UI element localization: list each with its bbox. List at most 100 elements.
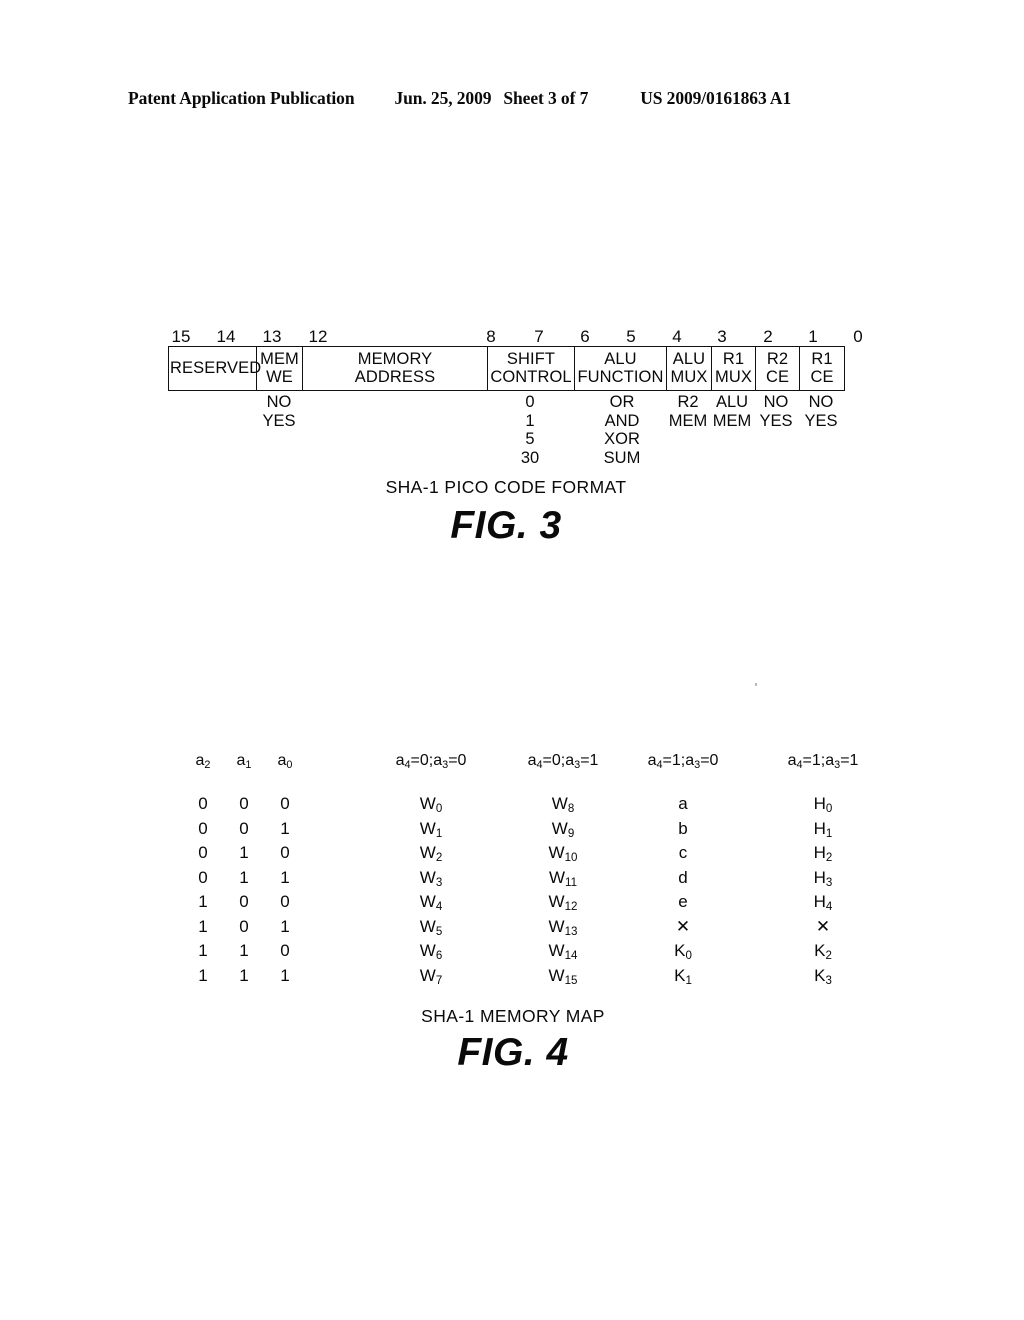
memory-map-cell: W8 bbox=[551, 794, 575, 816]
memory-map-cell: 1 bbox=[280, 867, 290, 887]
memory-map-cell: a bbox=[678, 794, 688, 813]
memory-map-cell: H3 bbox=[813, 867, 833, 889]
bit-label-5: 5 bbox=[626, 327, 636, 346]
bit-label-12: 12 bbox=[308, 327, 328, 346]
memory-map-cell: W3 bbox=[419, 867, 443, 889]
scan-artifact bbox=[755, 683, 757, 686]
table-row: RESERVED MEM WE MEMORY ADDRESS SHIFT CONTROL AL… bbox=[168, 346, 845, 391]
field-values: R2 MEM bbox=[668, 393, 708, 430]
figure-3: 15 14 13 12 8 7 6 5 4 3 2 1 0 RESERVED MEM WE MEMORY ADD… bbox=[168, 322, 863, 548]
memory-map-cell: K2 bbox=[814, 941, 832, 963]
memory-map-cell: W14 bbox=[548, 941, 578, 963]
memory-map-cell: W15 bbox=[548, 965, 578, 987]
memory-map-column-header: a4=0;a3=1 bbox=[527, 752, 599, 772]
memory-map-cell: c bbox=[678, 843, 688, 862]
memory-map-cell: 0 bbox=[280, 794, 290, 813]
bit-label-4: 4 bbox=[672, 327, 682, 346]
bit-label-13: 13 bbox=[262, 327, 282, 346]
memory-map-column-header: a4=1;a3=1 bbox=[787, 752, 859, 772]
memory-map-cell: W5 bbox=[419, 916, 443, 938]
publication-date: Jun. 25, 2009 bbox=[394, 88, 492, 108]
field-values: ALU MEM bbox=[712, 393, 752, 430]
figure-4: a2 a1 a0 a4=0;a3=0 a4=0;a3=1 a4=1;a3=0 a4=1;a3… bbox=[168, 752, 859, 1075]
memory-map-cell: 0 bbox=[280, 941, 290, 960]
memory-map-cell: 1 bbox=[280, 916, 290, 936]
memory-map-cell: ✕ bbox=[675, 916, 691, 936]
memory-map-cell: H4 bbox=[813, 892, 833, 914]
field-values: NO YES bbox=[804, 393, 838, 430]
field-cell: R2 CE bbox=[755, 346, 800, 391]
pico-code-format-table: RESERVED MEM WE MEMORY ADDRESS SHIFT CONTROL AL… bbox=[168, 346, 845, 391]
field-cell: RESERVED bbox=[168, 346, 261, 391]
bit-label-3: 3 bbox=[717, 327, 727, 346]
bit-label-2: 2 bbox=[763, 327, 773, 346]
field-cell: R1 MUX bbox=[711, 346, 756, 391]
table-row: 1 0 1 W5 W13 ✕ ✕ bbox=[168, 917, 858, 942]
memory-map-cell: K1 bbox=[674, 965, 692, 987]
memory-map-cell: W9 bbox=[551, 818, 575, 840]
table-row: 1 1 0 W6 W14 K0 K2 bbox=[168, 941, 858, 966]
memory-map-column-header: a4=0;a3=0 bbox=[395, 752, 467, 772]
figure-4-number: FIG. 4 bbox=[457, 1031, 569, 1074]
sheet-indicator: Sheet 3 of 7 bbox=[503, 88, 589, 108]
memory-map-cell: W0 bbox=[419, 794, 443, 816]
field-cell: R1 CE bbox=[799, 346, 845, 391]
memory-map-column-header: a0 bbox=[277, 752, 293, 772]
field-value-legend: NO YES 0 1 5 30 OR AND XOR SUM R2 MEM ALU ME… bbox=[168, 391, 844, 477]
memory-map-cell: W11 bbox=[548, 867, 578, 889]
bit-label-8: 8 bbox=[486, 327, 496, 346]
memory-map-cell: W6 bbox=[419, 941, 443, 963]
memory-map-cell: K0 bbox=[674, 941, 692, 963]
field-values: 0 1 5 30 bbox=[520, 393, 540, 467]
field-values: OR AND XOR SUM bbox=[603, 393, 641, 467]
memory-map-body: 0 0 0 W0 W8 a H0 0 0 1 W1 W9 b H1 0 1 0 W2 W10 c H2 0 1 1 W3 W11 d… bbox=[168, 794, 858, 990]
bit-label-0: 0 bbox=[853, 327, 863, 346]
memory-map-cell: 0 bbox=[280, 892, 290, 911]
memory-map-header-row: a2 a1 a0 a4=0;a3=0 a4=0;a3=1 a4=1;a3=0 a4=1;a3… bbox=[168, 752, 859, 794]
field-values: NO YES bbox=[759, 393, 793, 430]
memory-map-cell: e bbox=[678, 892, 688, 911]
field-values: NO YES bbox=[262, 393, 296, 430]
table-row: 0 1 0 W2 W10 c H2 bbox=[168, 843, 858, 868]
table-row: 0 1 1 W3 W11 d H3 bbox=[168, 868, 858, 893]
memory-map-cell: W2 bbox=[419, 843, 443, 865]
memory-map-cell: 1 bbox=[280, 965, 290, 985]
memory-map-cell: W10 bbox=[548, 843, 578, 865]
memory-map-cell: W4 bbox=[419, 892, 443, 914]
table-row: 0 0 0 W0 W8 a H0 bbox=[168, 794, 858, 819]
figure-3-number: FIG. 3 bbox=[450, 504, 562, 547]
bit-label-7: 7 bbox=[534, 327, 544, 346]
bit-position-labels: 15 14 13 12 8 7 6 5 4 3 2 1 0 bbox=[168, 322, 863, 346]
field-cell: ALU MUX bbox=[666, 346, 712, 391]
memory-map-cell: 0 bbox=[280, 843, 290, 862]
document-number: US 2009/0161863 A1 bbox=[640, 88, 792, 108]
bit-label-15: 15 bbox=[171, 327, 191, 346]
memory-map-cell: H0 bbox=[813, 794, 833, 816]
field-cell: MEMORY ADDRESS bbox=[302, 346, 488, 391]
table-row: 0 0 1 W1 W9 b H1 bbox=[168, 819, 858, 844]
figure-4-caption: SHA-1 MEMORY MAP bbox=[421, 1006, 605, 1026]
memory-map-cell: W1 bbox=[419, 818, 443, 840]
field-cell: ALU FUNCTION bbox=[574, 346, 667, 391]
figure-3-caption: SHA-1 PICO CODE FORMAT bbox=[385, 477, 627, 497]
memory-map-cell: H2 bbox=[813, 843, 833, 865]
memory-map-cell: W13 bbox=[548, 916, 578, 938]
memory-map-column-header: a4=1;a3=0 bbox=[647, 752, 719, 772]
table-row: 1 0 0 W4 W12 e H4 bbox=[168, 892, 858, 917]
table-row: 1 1 1 W7 W15 K1 K3 bbox=[168, 966, 858, 991]
field-cell: MEM WE bbox=[256, 346, 303, 391]
publication-label: Patent Application Publication bbox=[128, 88, 355, 108]
memory-map-cell: d bbox=[678, 867, 688, 887]
bit-label-14: 14 bbox=[216, 327, 236, 346]
memory-map-cell: 1 bbox=[280, 818, 290, 838]
memory-map-cell: ✕ bbox=[815, 916, 831, 936]
memory-map-cell: K3 bbox=[814, 965, 832, 987]
memory-map-cell: H1 bbox=[813, 818, 833, 840]
patent-header: Patent Application Publication Jun. 25, … bbox=[128, 88, 896, 109]
bit-label-1: 1 bbox=[808, 327, 818, 346]
memory-map-cell: W12 bbox=[548, 892, 578, 914]
bit-label-6: 6 bbox=[580, 327, 590, 346]
memory-map-cell: b bbox=[678, 818, 688, 838]
field-cell: SHIFT CONTROL bbox=[487, 346, 575, 391]
memory-map-cell: W7 bbox=[419, 965, 443, 987]
